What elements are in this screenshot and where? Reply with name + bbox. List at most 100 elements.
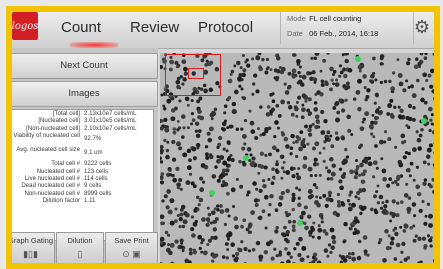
cell-dot <box>397 73 403 78</box>
cell-dot <box>284 90 290 95</box>
cell-dot <box>411 117 416 122</box>
images-button[interactable]: Images <box>10 81 158 107</box>
cell-dot <box>165 148 170 153</box>
cell-dot <box>211 259 215 263</box>
cell-dot <box>182 126 186 130</box>
dilution-button[interactable]: Dilution ▯ <box>56 232 104 269</box>
cell-dot <box>357 239 362 244</box>
result-label: [Nucleated cell] <box>38 117 80 125</box>
result-label: Avg. nucleated cell size <box>16 146 80 154</box>
cell-dot <box>182 152 188 158</box>
bar-chart-icon: ▮▯▮ <box>23 249 38 259</box>
cell-dot <box>370 73 375 79</box>
cell-dot <box>396 201 400 205</box>
cell-dot <box>160 180 165 185</box>
cell-dot <box>396 58 400 62</box>
zoom-region-box[interactable] <box>165 54 221 96</box>
cell-dot <box>389 219 393 223</box>
cell-dot <box>294 154 299 159</box>
cell-dot <box>311 70 316 75</box>
tab-review[interactable]: Review <box>130 6 179 48</box>
cell-dot <box>238 247 243 253</box>
cell-dot <box>393 105 397 109</box>
cell-dot <box>309 173 313 178</box>
cell-dot <box>355 165 360 169</box>
fluorescent-cell-dot <box>421 118 427 124</box>
cell-dot <box>367 161 373 167</box>
cell-dot <box>295 114 299 118</box>
cell-dot <box>240 87 244 91</box>
cell-dot <box>338 98 343 103</box>
cell-dot <box>166 140 170 144</box>
cell-dot <box>420 97 425 103</box>
cell-dot <box>373 101 377 105</box>
cell-dot <box>379 206 384 210</box>
cell-dot <box>230 69 235 74</box>
cell-dot <box>218 135 223 141</box>
cell-dot <box>224 208 230 213</box>
cell-dot <box>391 71 396 75</box>
cell-dot <box>166 98 172 104</box>
cell-dot <box>291 198 295 203</box>
cell-dot <box>315 185 319 190</box>
cell-dot <box>285 144 290 149</box>
cell-dot <box>358 69 362 73</box>
cell-dot <box>294 106 299 112</box>
cell-dot <box>357 78 362 84</box>
cell-dot <box>283 136 289 142</box>
cell-dot <box>270 107 276 112</box>
cell-dot <box>230 157 235 163</box>
cell-dot <box>319 92 324 97</box>
cell-dot <box>178 99 182 103</box>
cell-dot <box>416 191 422 197</box>
cell-dot <box>254 202 259 208</box>
cell-dot <box>280 176 284 180</box>
graph-gating-button[interactable]: Graph Gating ▮▯▮ <box>6 232 55 269</box>
cell-dot <box>291 173 296 179</box>
cell-dot <box>291 68 297 74</box>
cell-dot <box>263 249 269 255</box>
next-count-button[interactable]: Next Count <box>10 53 158 79</box>
cell-dot <box>352 231 357 236</box>
cell-dot <box>362 74 367 79</box>
cell-dot <box>204 145 209 149</box>
cell-dot <box>274 229 279 234</box>
cell-dot <box>223 111 227 115</box>
cell-dot <box>297 196 301 200</box>
cell-dot <box>275 148 280 153</box>
tab-protocol[interactable]: Protocol <box>198 6 253 48</box>
cell-dot <box>313 257 318 262</box>
cell-dot <box>434 203 440 208</box>
result-value: 9.1 um <box>84 149 103 157</box>
gear-icon[interactable]: ⚙ <box>411 16 433 38</box>
cell-dot <box>233 216 239 221</box>
cell-dot <box>247 249 252 253</box>
cell-dot <box>417 146 422 151</box>
save-print-label: Save Print <box>114 236 149 245</box>
cell-dot <box>251 57 255 61</box>
cell-dot <box>208 153 213 157</box>
cell-dot <box>297 70 301 75</box>
cell-dot <box>169 261 175 267</box>
cell-dot <box>391 199 396 204</box>
cell-dot <box>177 126 182 130</box>
cell-dot <box>170 108 176 113</box>
cell-dot <box>405 168 409 172</box>
cell-dot <box>301 103 305 107</box>
cell-dot <box>176 213 180 218</box>
cell-image-view[interactable] <box>160 53 440 269</box>
cell-dot <box>227 78 233 84</box>
cell-dot <box>233 64 237 68</box>
cell-dot <box>308 124 313 129</box>
cell-dot <box>313 101 318 105</box>
date-row: Date 06 Feb., 2014, 16:18 <box>287 28 413 40</box>
cell-dot <box>186 126 190 130</box>
cell-dot <box>307 112 312 116</box>
cell-dot <box>251 156 256 161</box>
cell-dot <box>243 119 248 123</box>
cell-dot <box>198 197 204 203</box>
cell-dot <box>295 100 299 104</box>
save-print-button[interactable]: Save Print ⊙ ▣ <box>105 232 158 269</box>
top-bar: logos Count Review Protocol Mode FL cell… <box>6 6 440 49</box>
cell-dot <box>418 133 423 138</box>
